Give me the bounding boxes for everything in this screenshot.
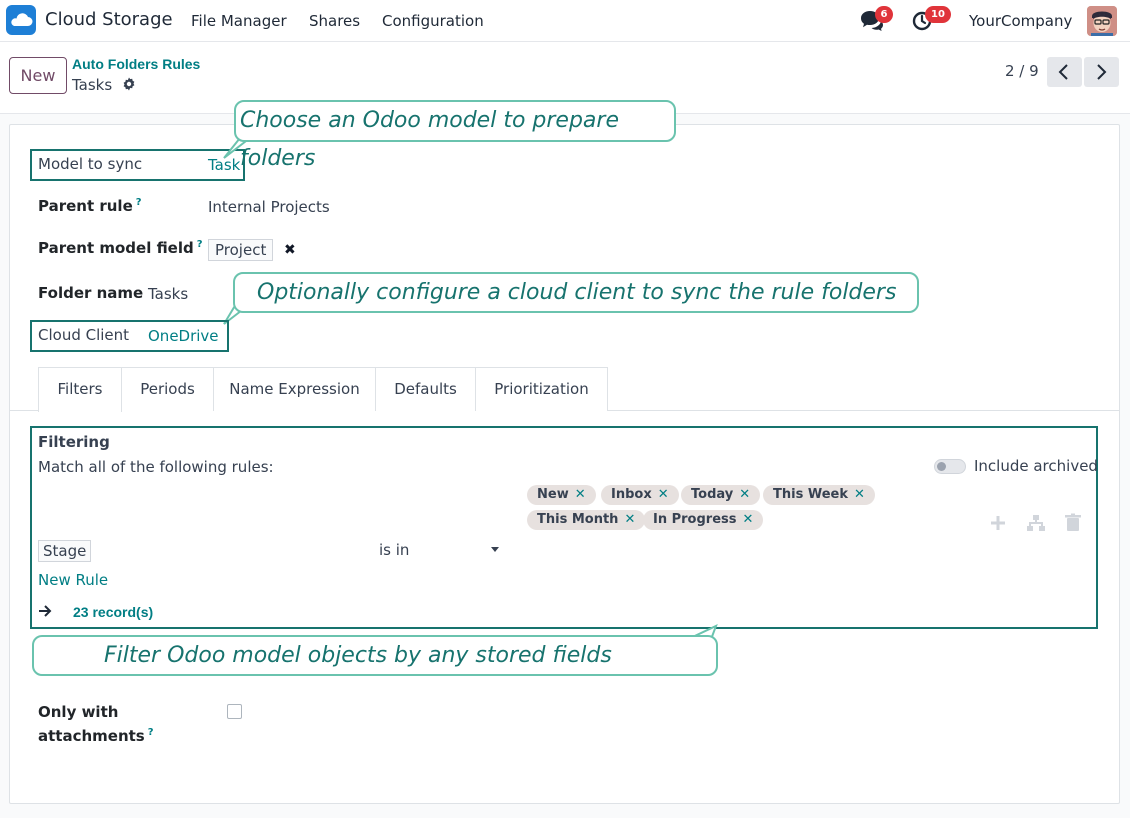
cloud-storage-logo-icon[interactable] [6, 5, 36, 35]
gear-icon[interactable] [122, 77, 136, 91]
cloud-client-label: Cloud Client [38, 326, 130, 344]
folder-name-label: Folder name [38, 284, 144, 302]
tab-periods[interactable]: Periods [121, 367, 214, 411]
filtering-description: Match all of the following rules: [38, 458, 274, 476]
user-avatar[interactable] [1087, 6, 1117, 36]
filter-value-chip: In Progress ✕ [643, 510, 764, 530]
remove-value-icon[interactable]: ✖ [284, 242, 296, 258]
parent-model-field-label-text: Parent model field [38, 239, 194, 257]
only-with-attachments-label-line1: Only with [38, 703, 119, 721]
chip-label: In Progress [653, 512, 737, 527]
tab-prioritization[interactable]: Prioritization [475, 367, 608, 411]
menu-configuration[interactable]: Configuration [382, 12, 484, 30]
chip-remove-icon[interactable]: ✕ [743, 512, 754, 527]
add-rule-plus-icon[interactable] [988, 513, 1008, 533]
filter-value-chip: Inbox ✕ [601, 485, 679, 505]
delete-rule-trash-icon[interactable] [1063, 513, 1083, 533]
parent-model-field-value[interactable]: Project [208, 239, 274, 261]
pager-previous-button[interactable] [1047, 57, 1082, 87]
include-archived-toggle[interactable] [934, 459, 966, 474]
include-archived-label[interactable]: Include archived [974, 457, 1098, 475]
chip-label: Today [691, 487, 734, 502]
help-tooltip-icon[interactable]: ? [136, 197, 142, 208]
menu-file-manager[interactable]: File Manager [191, 12, 287, 30]
tab-filters[interactable]: Filters [38, 367, 122, 412]
help-tooltip-icon[interactable]: ? [197, 239, 203, 250]
chip-remove-icon[interactable]: ✕ [624, 512, 635, 527]
pager-value[interactable]: 2 / 9 [1005, 62, 1039, 80]
parent-model-field-label: Parent model field? [38, 239, 203, 257]
parent-rule-label-text: Parent rule [38, 197, 133, 215]
filter-value-chip: This Month ✕ [527, 510, 646, 530]
messages-count-badge: 6 [875, 6, 893, 23]
chip-remove-icon[interactable]: ✕ [575, 487, 586, 502]
filter-value-chip: New ✕ [527, 485, 596, 505]
arrow-right-icon [39, 605, 52, 617]
rule-operator-select[interactable]: is in [379, 541, 409, 559]
top-navbar: Cloud Storage File Manager Shares Config… [0, 0, 1130, 42]
breadcrumb-parent-link[interactable]: Auto Folders Rules [72, 56, 200, 72]
filter-value-chip: This Week ✕ [763, 485, 875, 505]
chip-label: New [537, 487, 569, 502]
callout-model: Choose an Odoo model to prepare folders [234, 100, 676, 171]
callout-cloud-client: Optionally configure a cloud client to s… [233, 272, 919, 313]
chevron-right-icon [1097, 64, 1107, 80]
chip-remove-icon[interactable]: ✕ [658, 487, 669, 502]
folder-name-value[interactable]: Tasks [148, 285, 188, 303]
parent-rule-label: Parent rule? [38, 197, 142, 215]
only-with-attachments-label-line2: attachments [38, 727, 145, 745]
parent-rule-value[interactable]: Internal Projects [208, 198, 330, 216]
callout-filter: Filter Odoo model objects by any stored … [32, 635, 718, 676]
filtering-title: Filtering [38, 433, 110, 451]
rule-field-selector[interactable]: Stage [38, 540, 92, 562]
company-switcher[interactable]: YourCompany [969, 12, 1072, 30]
filter-value-chip: Today ✕ [681, 485, 761, 505]
only-with-attachments-label: attachments? [38, 727, 154, 745]
chip-label: This Week [773, 487, 848, 502]
add-branch-hierarchy-icon[interactable] [1026, 513, 1046, 533]
user-avatar-icon [1087, 6, 1117, 36]
activities-count-badge: 10 [925, 6, 951, 23]
chip-label: Inbox [611, 487, 652, 502]
chevron-down-icon[interactable] [491, 547, 499, 552]
app-name[interactable]: Cloud Storage [45, 9, 173, 30]
tab-defaults[interactable]: Defaults [375, 367, 476, 411]
breadcrumb-current: Tasks [72, 76, 136, 94]
only-with-attachments-checkbox[interactable] [227, 704, 242, 719]
pager-next-button[interactable] [1084, 57, 1119, 87]
tab-name-expression[interactable]: Name Expression [213, 367, 376, 411]
chevron-left-icon [1058, 64, 1068, 80]
new-rule-link[interactable]: New Rule [38, 571, 108, 589]
model-to-sync-label: Model to sync [38, 155, 143, 173]
matching-records-link[interactable]: 23 record(s) [73, 604, 153, 620]
breadcrumb-current-label: Tasks [72, 76, 113, 94]
menu-shares[interactable]: Shares [309, 12, 360, 30]
help-tooltip-icon[interactable]: ? [148, 727, 154, 738]
chip-remove-icon[interactable]: ✕ [739, 487, 750, 502]
chip-label: This Month [537, 512, 619, 527]
toggle-knob [937, 462, 946, 471]
cloud-client-value[interactable]: OneDrive [148, 327, 219, 345]
chip-remove-icon[interactable]: ✕ [854, 487, 865, 502]
new-record-button[interactable]: New [9, 57, 67, 94]
